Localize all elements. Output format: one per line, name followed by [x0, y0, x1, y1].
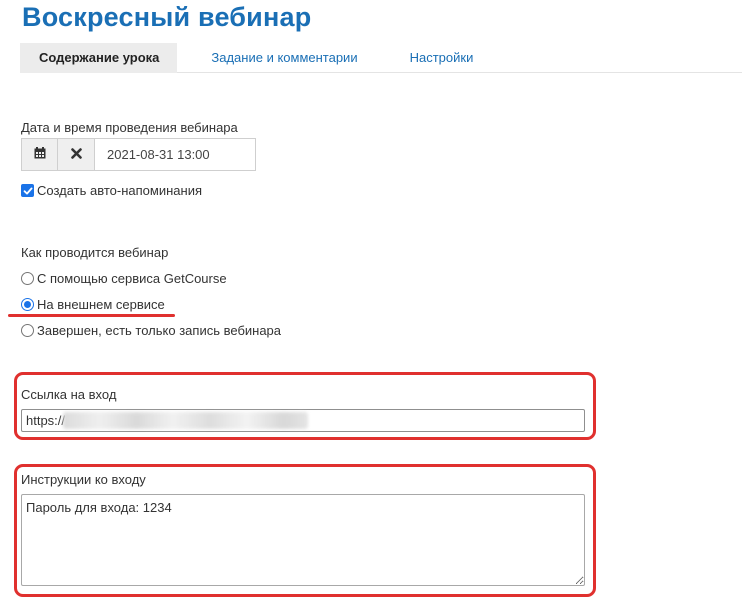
radio-getcourse-label: С помощью сервиса GetCourse	[37, 271, 227, 286]
auto-reminders-row: Создать авто-напоминания	[21, 183, 202, 198]
datetime-label: Дата и время проведения вебинара	[21, 120, 238, 135]
check-icon	[23, 187, 32, 194]
radio-external-label: На внешнем сервисе	[37, 297, 165, 312]
calendar-button[interactable]	[21, 138, 58, 171]
instructions-label: Инструкции ко входу	[21, 472, 146, 487]
close-icon	[70, 146, 82, 164]
radio-option-getcourse: С помощью сервиса GetCourse	[21, 271, 227, 286]
calendar-icon	[34, 146, 46, 164]
radio-option-external: На внешнем сервисе	[21, 297, 165, 312]
radio-external[interactable]	[21, 298, 34, 311]
radio-option-finished: Завершен, есть только запись вебинара	[21, 323, 281, 338]
clear-date-button[interactable]	[58, 138, 95, 171]
datetime-picker	[21, 138, 256, 171]
page-title: Воскресный вебинар	[22, 2, 312, 32]
tab-bar: Содержание урока Задание и комментарии Н…	[20, 43, 742, 73]
tab-settings[interactable]: Настройки	[358, 43, 474, 73]
radio-finished[interactable]	[21, 324, 34, 337]
entry-link-label: Ссылка на вход	[21, 387, 117, 402]
datetime-input[interactable]	[95, 138, 256, 171]
blurred-url-text	[63, 412, 308, 429]
auto-reminders-label: Создать авто-напоминания	[37, 183, 203, 198]
radio-finished-label: Завершен, есть только запись вебинара	[37, 323, 282, 338]
radio-getcourse[interactable]	[21, 272, 34, 285]
tab-assignment-comments[interactable]: Задание и комментарии	[177, 43, 357, 73]
instructions-textarea[interactable]: Пароль для входа: 1234	[21, 494, 585, 586]
auto-reminders-checkbox[interactable]	[21, 184, 34, 197]
highlight-underline	[8, 314, 175, 317]
webinar-mode-label: Как проводится вебинар	[21, 245, 169, 260]
tab-lesson-content[interactable]: Содержание урока	[20, 43, 178, 73]
